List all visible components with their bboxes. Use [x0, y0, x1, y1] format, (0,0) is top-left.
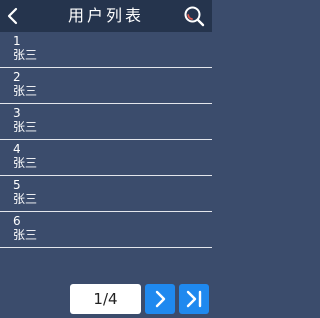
user-list: 1 张三 2 张三 3 张三 4 张三 5 张三 6 张三 — [0, 32, 212, 248]
user-name: 张三 — [13, 156, 38, 170]
header-bar: 用户列表 — [0, 0, 212, 32]
user-name: 张三 — [13, 84, 38, 98]
list-item[interactable]: 2 张三 — [0, 68, 212, 104]
list-item[interactable]: 6 张三 — [0, 212, 212, 248]
search-icon[interactable] — [183, 5, 205, 27]
last-page-button[interactable] — [179, 284, 209, 314]
page-indicator[interactable]: 1/4 — [70, 284, 141, 314]
user-name: 张三 — [13, 192, 38, 206]
user-id: 4 — [13, 142, 21, 156]
user-name: 张三 — [13, 228, 38, 242]
next-page-button[interactable] — [145, 284, 175, 314]
list-item[interactable]: 4 张三 — [0, 140, 212, 176]
user-name: 张三 — [13, 120, 38, 134]
list-item[interactable]: 1 张三 — [0, 32, 212, 68]
user-id: 2 — [13, 70, 21, 84]
user-id: 5 — [13, 178, 21, 192]
user-name: 张三 — [13, 48, 38, 62]
user-id: 3 — [13, 106, 21, 120]
page-title: 用户列表 — [67, 6, 144, 25]
list-item[interactable]: 3 张三 — [0, 104, 212, 140]
list-item[interactable]: 5 张三 — [0, 176, 212, 212]
user-id: 1 — [13, 34, 21, 48]
user-id: 6 — [13, 214, 21, 228]
